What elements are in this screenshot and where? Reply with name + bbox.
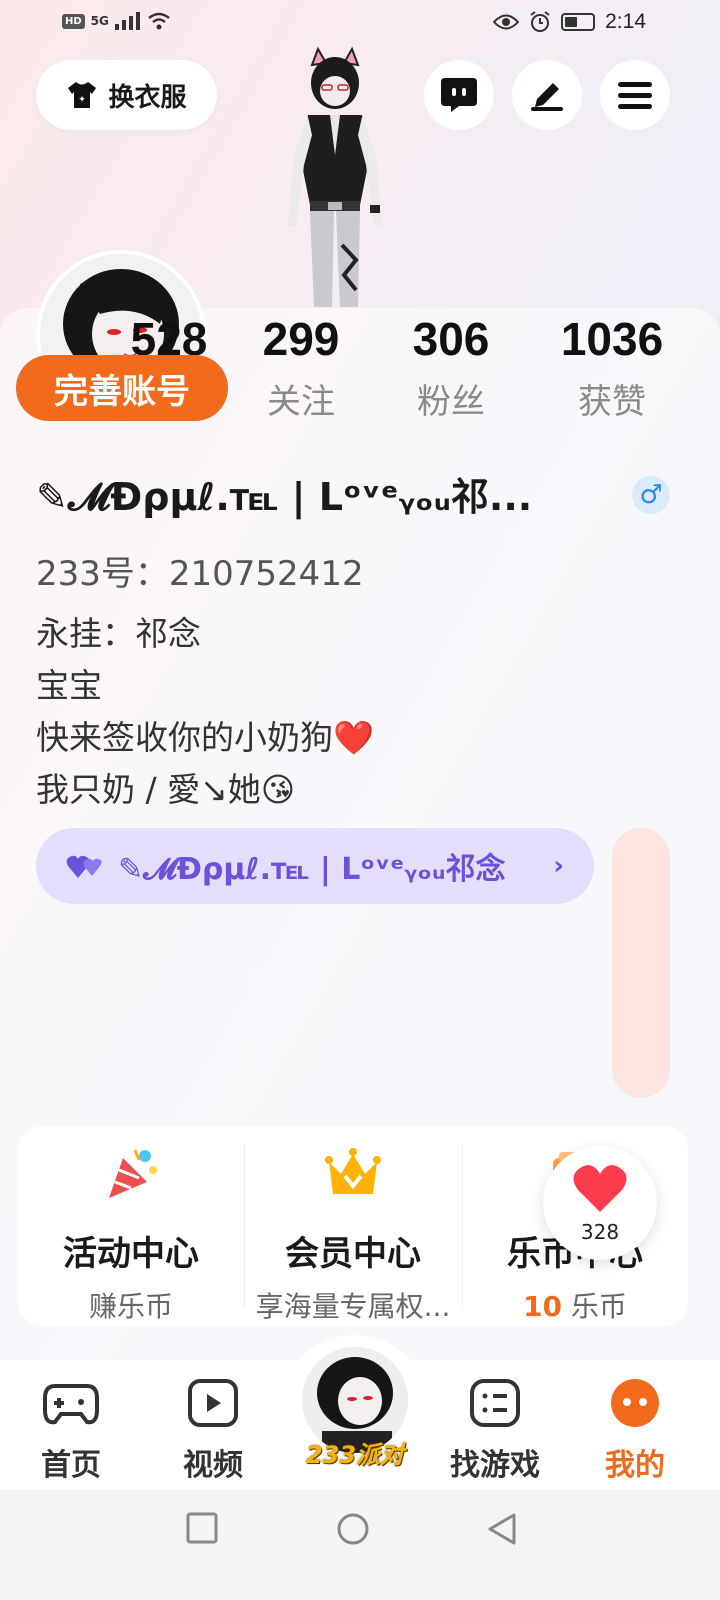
hd-badge: HD	[62, 13, 85, 29]
complete-account-button[interactable]: 完善账号	[16, 355, 228, 421]
coin-balance: 10	[523, 1290, 563, 1323]
bio-line: 宝宝	[36, 666, 102, 705]
activity-center-title: 活动中心	[63, 1234, 199, 1274]
profile-bio: 永挂：祁念 宝宝 快来签收你的小奶狗❤️ 我只奶 / 愛↘她😘	[36, 608, 374, 816]
status-time: 2:14	[605, 10, 646, 33]
battery-icon	[561, 13, 596, 31]
message-button[interactable]	[424, 60, 494, 130]
relationship-badge-text: ✎𝓜Ɖρµℓ.℡ | Lᵒᵛᵉᵧₒᵤ祁念	[118, 852, 506, 887]
status-right: 2:14	[493, 10, 646, 34]
edit-profile-button[interactable]	[512, 60, 582, 130]
gamepad-icon	[43, 1384, 99, 1425]
like-count: 328	[580, 1220, 620, 1244]
stat-following-label: 关注	[267, 382, 335, 422]
change-outfit-label: 换衣服	[108, 82, 187, 113]
nav-find-games-label: 找游戏	[450, 1448, 540, 1483]
eye-icon	[493, 14, 520, 30]
wifi-icon	[148, 12, 170, 30]
status-left: HD 5G	[62, 12, 171, 30]
svg-text:✦: ✦	[79, 95, 87, 105]
coin-unit: 乐币	[562, 1290, 627, 1323]
side-decoration	[612, 828, 670, 1098]
stat-likes-label: 获赞	[578, 382, 646, 422]
stat-following[interactable]: 299 关注	[226, 312, 376, 423]
stat-likes[interactable]: 1036 获赞	[537, 312, 687, 423]
profile-nickname: ✎𝓜Ɖρµℓ.℡ | Lᵒᵛᵉᵧₒᵤ祁...	[36, 475, 533, 519]
stat-fans-label: 粉丝	[417, 382, 485, 422]
relationship-badge[interactable]: ✎𝓜Ɖρµℓ.℡ | Lᵒᵛᵉᵧₒᵤ祁念 ›	[36, 828, 594, 904]
menu-button[interactable]	[600, 60, 670, 130]
nav-find-games[interactable]: 找游戏	[440, 1378, 550, 1484]
tshirt-icon: ✦	[68, 82, 97, 108]
bio-line: 我只奶 / 愛↘她😘	[36, 770, 296, 809]
nav-video[interactable]: 视频	[158, 1378, 268, 1484]
gender-male-icon: ♂	[632, 476, 670, 514]
crown-icon	[325, 1148, 381, 1194]
nav-home-label: 首页	[41, 1448, 101, 1483]
member-center-sub: 享海量专属权...	[255, 1290, 451, 1323]
play-icon	[188, 1379, 238, 1427]
nav-mine[interactable]: 我的	[580, 1378, 690, 1484]
network-type: 5G	[90, 14, 109, 28]
nav-party[interactable]: 233派对	[280, 1335, 430, 1485]
like-bubble[interactable]: 328	[543, 1146, 657, 1260]
nav-party-label: 233派对	[305, 1441, 405, 1469]
signal-icon	[114, 12, 140, 30]
change-outfit-button[interactable]: ✦ 换衣服	[36, 60, 217, 130]
stat-following-count: 299	[262, 313, 340, 365]
chat-bubble-icon	[441, 78, 477, 112]
nav-home[interactable]: 首页	[16, 1378, 126, 1484]
avatar-3d-figure[interactable]	[270, 45, 400, 310]
chevron-right-icon: ›	[553, 851, 564, 881]
member-center[interactable]: 会员中心 享海量专属权...	[244, 1126, 462, 1326]
alarm-icon	[530, 11, 550, 32]
stat-fans[interactable]: 306 粉丝	[376, 312, 526, 423]
status-bar: HD 5G 2:14	[0, 0, 720, 50]
party-popper-icon	[109, 1149, 157, 1198]
nav-mine-label: 我的	[605, 1448, 665, 1483]
nav-video-label: 视频	[183, 1448, 243, 1483]
member-center-title: 会员中心	[285, 1234, 421, 1274]
stat-fans-count: 306	[412, 313, 490, 365]
bio-line: 永挂：祁念	[36, 614, 201, 653]
pen-icon	[531, 83, 563, 111]
home-circle-icon[interactable]	[336, 1512, 370, 1546]
double-heart-icon	[66, 855, 102, 878]
back-triangle-icon[interactable]	[486, 1512, 518, 1546]
activity-center[interactable]: 活动中心 赚乐币	[18, 1126, 244, 1326]
hamburger-icon	[618, 82, 652, 109]
system-nav-bar	[0, 1490, 720, 1600]
activity-center-sub: 赚乐币	[88, 1290, 173, 1323]
list-icon	[470, 1379, 520, 1427]
coin-center-sub: 10 乐币	[462, 1285, 688, 1325]
recent-apps-icon[interactable]	[186, 1512, 218, 1544]
smile-face-icon	[611, 1379, 659, 1427]
stat-likes-count: 1036	[560, 313, 664, 365]
bio-line: 快来签收你的小奶狗❤️	[36, 718, 375, 757]
heart-icon	[573, 1165, 627, 1212]
profile-uid[interactable]: 233号：210752412	[36, 546, 364, 595]
